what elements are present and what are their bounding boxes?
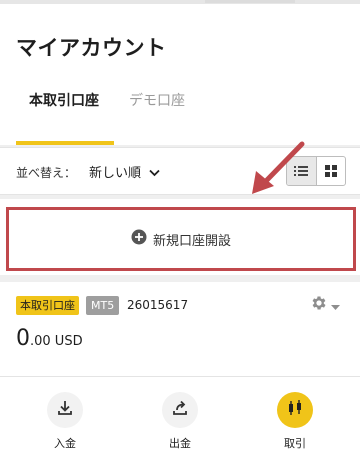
page-title: マイアカウント <box>16 36 167 60</box>
deposit-label: 入金 <box>54 437 76 450</box>
account-number: 26015617 <box>127 298 189 312</box>
list-view-button[interactable] <box>287 157 317 185</box>
tab-demo-account[interactable]: デモ口座 <box>129 90 185 110</box>
caret-down-icon <box>328 296 340 315</box>
balance-integer: 0 <box>16 326 30 351</box>
header: マイアカウント 本取引口座 デモ口座 <box>0 4 360 145</box>
account-settings-button[interactable] <box>310 294 340 316</box>
list-icon <box>294 162 309 181</box>
top-notch <box>205 0 295 3</box>
trade-label: 取引 <box>284 437 306 450</box>
withdraw-button[interactable]: 出金 <box>150 392 210 451</box>
chevron-down-icon <box>149 166 160 181</box>
download-icon <box>57 400 73 420</box>
sort-dropdown[interactable]: 新しい順 <box>89 162 160 181</box>
plus-circle-icon <box>131 229 147 249</box>
deposit-button[interactable]: 入金 <box>35 392 95 451</box>
trade-button[interactable]: 取引 <box>265 392 325 451</box>
sort-value: 新しい順 <box>89 166 142 181</box>
grid-icon <box>324 162 337 181</box>
trade-icon-circle <box>277 392 313 428</box>
withdraw-icon-circle <box>162 392 198 428</box>
grid-view-button[interactable] <box>317 157 346 185</box>
card-divider <box>0 376 360 377</box>
candlestick-icon <box>287 399 303 421</box>
sort-bar: 並べ替え： 新しい順 <box>0 147 360 195</box>
active-tab-indicator <box>16 141 114 145</box>
account-card: 本取引口座 MT5 26015617 0.00 USD 入金 出金 取引 <box>0 282 360 475</box>
platform-badge: MT5 <box>86 296 120 315</box>
sort-label: 並べ替え： <box>16 166 77 180</box>
deposit-icon-circle <box>47 392 83 428</box>
new-account-card: 新規口座開設 <box>0 199 360 275</box>
account-type-badge: 本取引口座 <box>16 296 79 315</box>
balance-decimal-currency: .00 USD <box>30 334 83 349</box>
account-balance: 0.00 USD <box>16 326 83 351</box>
tab-real-account[interactable]: 本取引口座 <box>29 90 99 110</box>
new-account-button[interactable]: 新規口座開設 <box>6 207 356 271</box>
gear-icon <box>310 294 328 316</box>
new-account-label: 新規口座開設 <box>152 233 231 249</box>
view-toggle <box>286 156 346 186</box>
withdraw-label: 出金 <box>169 437 191 450</box>
upload-icon <box>172 400 188 420</box>
